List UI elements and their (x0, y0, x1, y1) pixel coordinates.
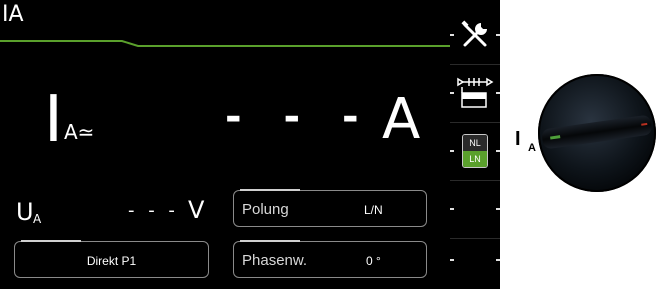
wrench-screwdriver-icon (461, 20, 487, 47)
softkey-marker (450, 208, 454, 210)
empty-softkey-5[interactable] (450, 231, 500, 289)
main-reading-subscript: A≃ (64, 120, 95, 144)
voltage-symbol: U (16, 198, 34, 226)
polarity-value: L/N (364, 203, 383, 217)
phase-angle-value: 0 ° (366, 254, 381, 268)
phase-angle-label: Phasenw. (242, 252, 308, 269)
empty-softkey-4[interactable] (450, 180, 500, 238)
nl-ln-toggle: NL LN (462, 134, 488, 168)
polarity-label: Polung (242, 201, 289, 218)
softkey-marker (496, 259, 500, 261)
softkey-bar: NL LN (450, 0, 500, 289)
main-reading-unit: A (382, 87, 421, 152)
voltage-subscript: A (33, 212, 42, 226)
voltage-value: - - - (128, 200, 179, 221)
main-reading-symbol: I (44, 83, 63, 157)
softkey-marker (496, 150, 500, 152)
measurement-screen: IA I A≃ - - - A U A - - - V Polung L/N D… (0, 0, 450, 289)
probe-field[interactable]: Direkt P1 (14, 240, 209, 278)
softkey-marker (450, 259, 454, 261)
ln-option: LN (463, 151, 487, 167)
softkey-marker (496, 34, 500, 36)
rotary-selector-knob[interactable] (536, 72, 658, 194)
softkey-marker (450, 150, 454, 152)
softkey-marker (496, 92, 500, 94)
nl-ln-softkey[interactable]: NL LN (450, 122, 500, 180)
softkey-marker (450, 92, 454, 94)
test-sequence-icon (457, 77, 494, 108)
main-reading-value: - - - (225, 94, 373, 140)
voltage-unit: V (188, 196, 205, 224)
knob-position-label-sub: A (528, 142, 536, 154)
tools-softkey[interactable] (450, 6, 500, 64)
mode-title: IA (2, 2, 24, 27)
knob-position-label: I (515, 128, 521, 150)
probe-value: Direkt P1 (86, 254, 137, 268)
test-sequence-softkey[interactable] (450, 64, 500, 122)
nl-option: NL (463, 135, 487, 151)
polarity-field[interactable]: Polung L/N (233, 189, 427, 227)
title-divider-line (0, 40, 450, 47)
softkey-marker (450, 34, 454, 36)
phase-angle-field[interactable]: Phasenw. 0 ° (233, 240, 427, 278)
softkey-marker (496, 208, 500, 210)
